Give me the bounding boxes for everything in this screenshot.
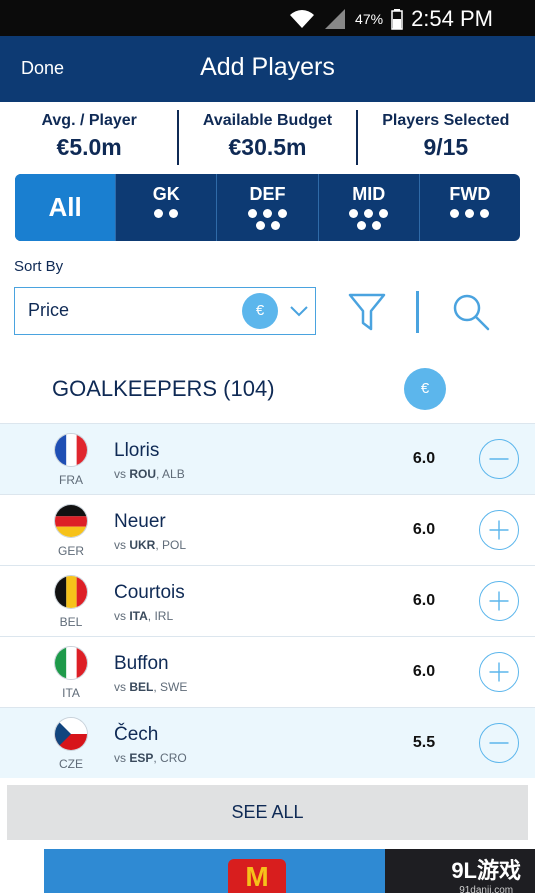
page-title: Add Players xyxy=(200,53,335,81)
stat-divider xyxy=(177,110,179,165)
player-name: Neuer xyxy=(114,511,166,532)
player-row[interactable]: CZE Čech vs ESP, CRO 5.5 xyxy=(0,707,535,778)
player-price: 6.0 xyxy=(412,521,436,538)
status-bar: 47% 2:54 PM xyxy=(0,0,535,36)
watermark: 9L游戏 91danji.com xyxy=(451,853,521,893)
player-name: Lloris xyxy=(114,440,160,461)
fixtures: vs ROU, ALB xyxy=(114,467,185,481)
search-icon[interactable] xyxy=(451,292,491,332)
country-code: BEL xyxy=(59,615,83,629)
watermark-url: 91danji.com xyxy=(459,885,514,893)
stat-available-budget: Available Budget €30.5m xyxy=(178,102,356,170)
player-name: Buffon xyxy=(114,653,169,674)
euro-sort-button[interactable]: € xyxy=(404,368,446,410)
country-code: GER xyxy=(57,544,84,558)
tab-mid[interactable]: MID xyxy=(317,174,419,241)
flag-belgium-icon xyxy=(54,575,88,609)
tab-label: MID xyxy=(352,184,386,204)
flag-czech-icon xyxy=(54,717,88,751)
stat-value: €30.5m xyxy=(228,134,307,160)
flag-germany-icon xyxy=(54,504,88,538)
sort-dropdown[interactable]: Price € xyxy=(14,287,316,335)
tab-label: GK xyxy=(152,184,180,204)
flag-france-icon xyxy=(54,433,88,467)
stat-label: Avg. / Player xyxy=(41,112,137,129)
filter-icon[interactable] xyxy=(347,291,387,333)
mcdonalds-logo: M xyxy=(228,859,286,893)
country-code: CZE xyxy=(59,757,83,771)
formation-dots-icon xyxy=(420,209,520,218)
remove-player-button[interactable] xyxy=(479,723,519,763)
player-row[interactable]: FRA Lloris vs ROU, ALB 6.0 xyxy=(0,423,535,494)
stat-avg-per-player: Avg. / Player €5.0m xyxy=(0,102,178,170)
app-header: Done Add Players xyxy=(0,36,535,102)
player-row[interactable]: ITA Buffon vs BEL, SWE 6.0 xyxy=(0,636,535,707)
add-player-button[interactable] xyxy=(479,652,519,692)
formation-dots-icon xyxy=(116,209,216,218)
tab-all[interactable]: All xyxy=(15,174,116,241)
wifi-icon xyxy=(290,10,315,28)
remove-player-button[interactable] xyxy=(479,439,519,479)
fixtures: vs ITA, IRL xyxy=(114,609,174,623)
clock: 2:54 PM xyxy=(411,6,493,31)
tab-def[interactable]: DEF xyxy=(216,174,317,241)
stat-label: Players Selected xyxy=(382,112,510,129)
signal-icon xyxy=(325,9,346,29)
add-player-button[interactable] xyxy=(479,510,519,550)
chevron-down-icon xyxy=(290,306,308,317)
player-price: 5.5 xyxy=(412,734,436,751)
player-row[interactable]: BEL Courtois vs ITA, IRL 6.0 xyxy=(0,565,535,636)
tab-label: All xyxy=(48,192,82,222)
watermark-brand: 9L游戏 xyxy=(451,858,521,883)
stat-players-selected: Players Selected 9/15 xyxy=(357,102,535,170)
tab-label: FWD xyxy=(449,184,491,204)
player-name: Courtois xyxy=(114,582,185,603)
battery-percent: 47% xyxy=(355,11,384,27)
player-list: FRA Lloris vs ROU, ALB 6.0 GER Neuer vs … xyxy=(0,423,535,778)
player-name: Čech xyxy=(114,724,159,745)
player-price: 6.0 xyxy=(412,663,436,680)
toolbar-divider xyxy=(416,291,419,333)
tab-fwd[interactable]: FWD xyxy=(418,174,520,241)
player-price: 6.0 xyxy=(412,450,436,467)
ad-banner[interactable]: M 9L游戏 91danji.com xyxy=(44,849,535,893)
section-title: GOALKEEPERS (104) xyxy=(52,376,275,401)
euro-icon: € xyxy=(242,293,278,329)
add-player-button[interactable] xyxy=(479,581,519,621)
formation-dots-icon xyxy=(217,209,317,230)
budget-stats: Avg. / Player €5.0m Available Budget €30… xyxy=(0,102,535,170)
watermark-area: 9L游戏 91danji.com xyxy=(385,849,535,893)
sort-value: Price xyxy=(28,300,70,320)
tab-gk[interactable]: GK xyxy=(115,174,216,241)
formation-dots-icon xyxy=(319,209,419,230)
position-tabs: All GK DEF MID FWD xyxy=(15,174,520,241)
fixtures: vs UKR, POL xyxy=(114,538,187,552)
sort-by-label: Sort By xyxy=(14,258,64,275)
fixtures: vs BEL, SWE xyxy=(114,680,188,694)
stat-label: Available Budget xyxy=(202,112,333,129)
stat-divider xyxy=(356,110,358,165)
stat-value: €5.0m xyxy=(56,134,122,160)
fixtures: vs ESP, CRO xyxy=(114,751,187,765)
country-code: ITA xyxy=(62,686,80,700)
stat-value: 9/15 xyxy=(423,134,469,160)
player-price: 6.0 xyxy=(412,592,436,609)
battery-icon xyxy=(391,9,403,30)
see-all-button[interactable]: SEE ALL xyxy=(7,785,528,840)
tab-label: DEF xyxy=(249,184,286,204)
flag-italy-icon xyxy=(54,646,88,680)
country-code: FRA xyxy=(59,473,83,487)
player-row[interactable]: GER Neuer vs UKR, POL 6.0 xyxy=(0,494,535,565)
